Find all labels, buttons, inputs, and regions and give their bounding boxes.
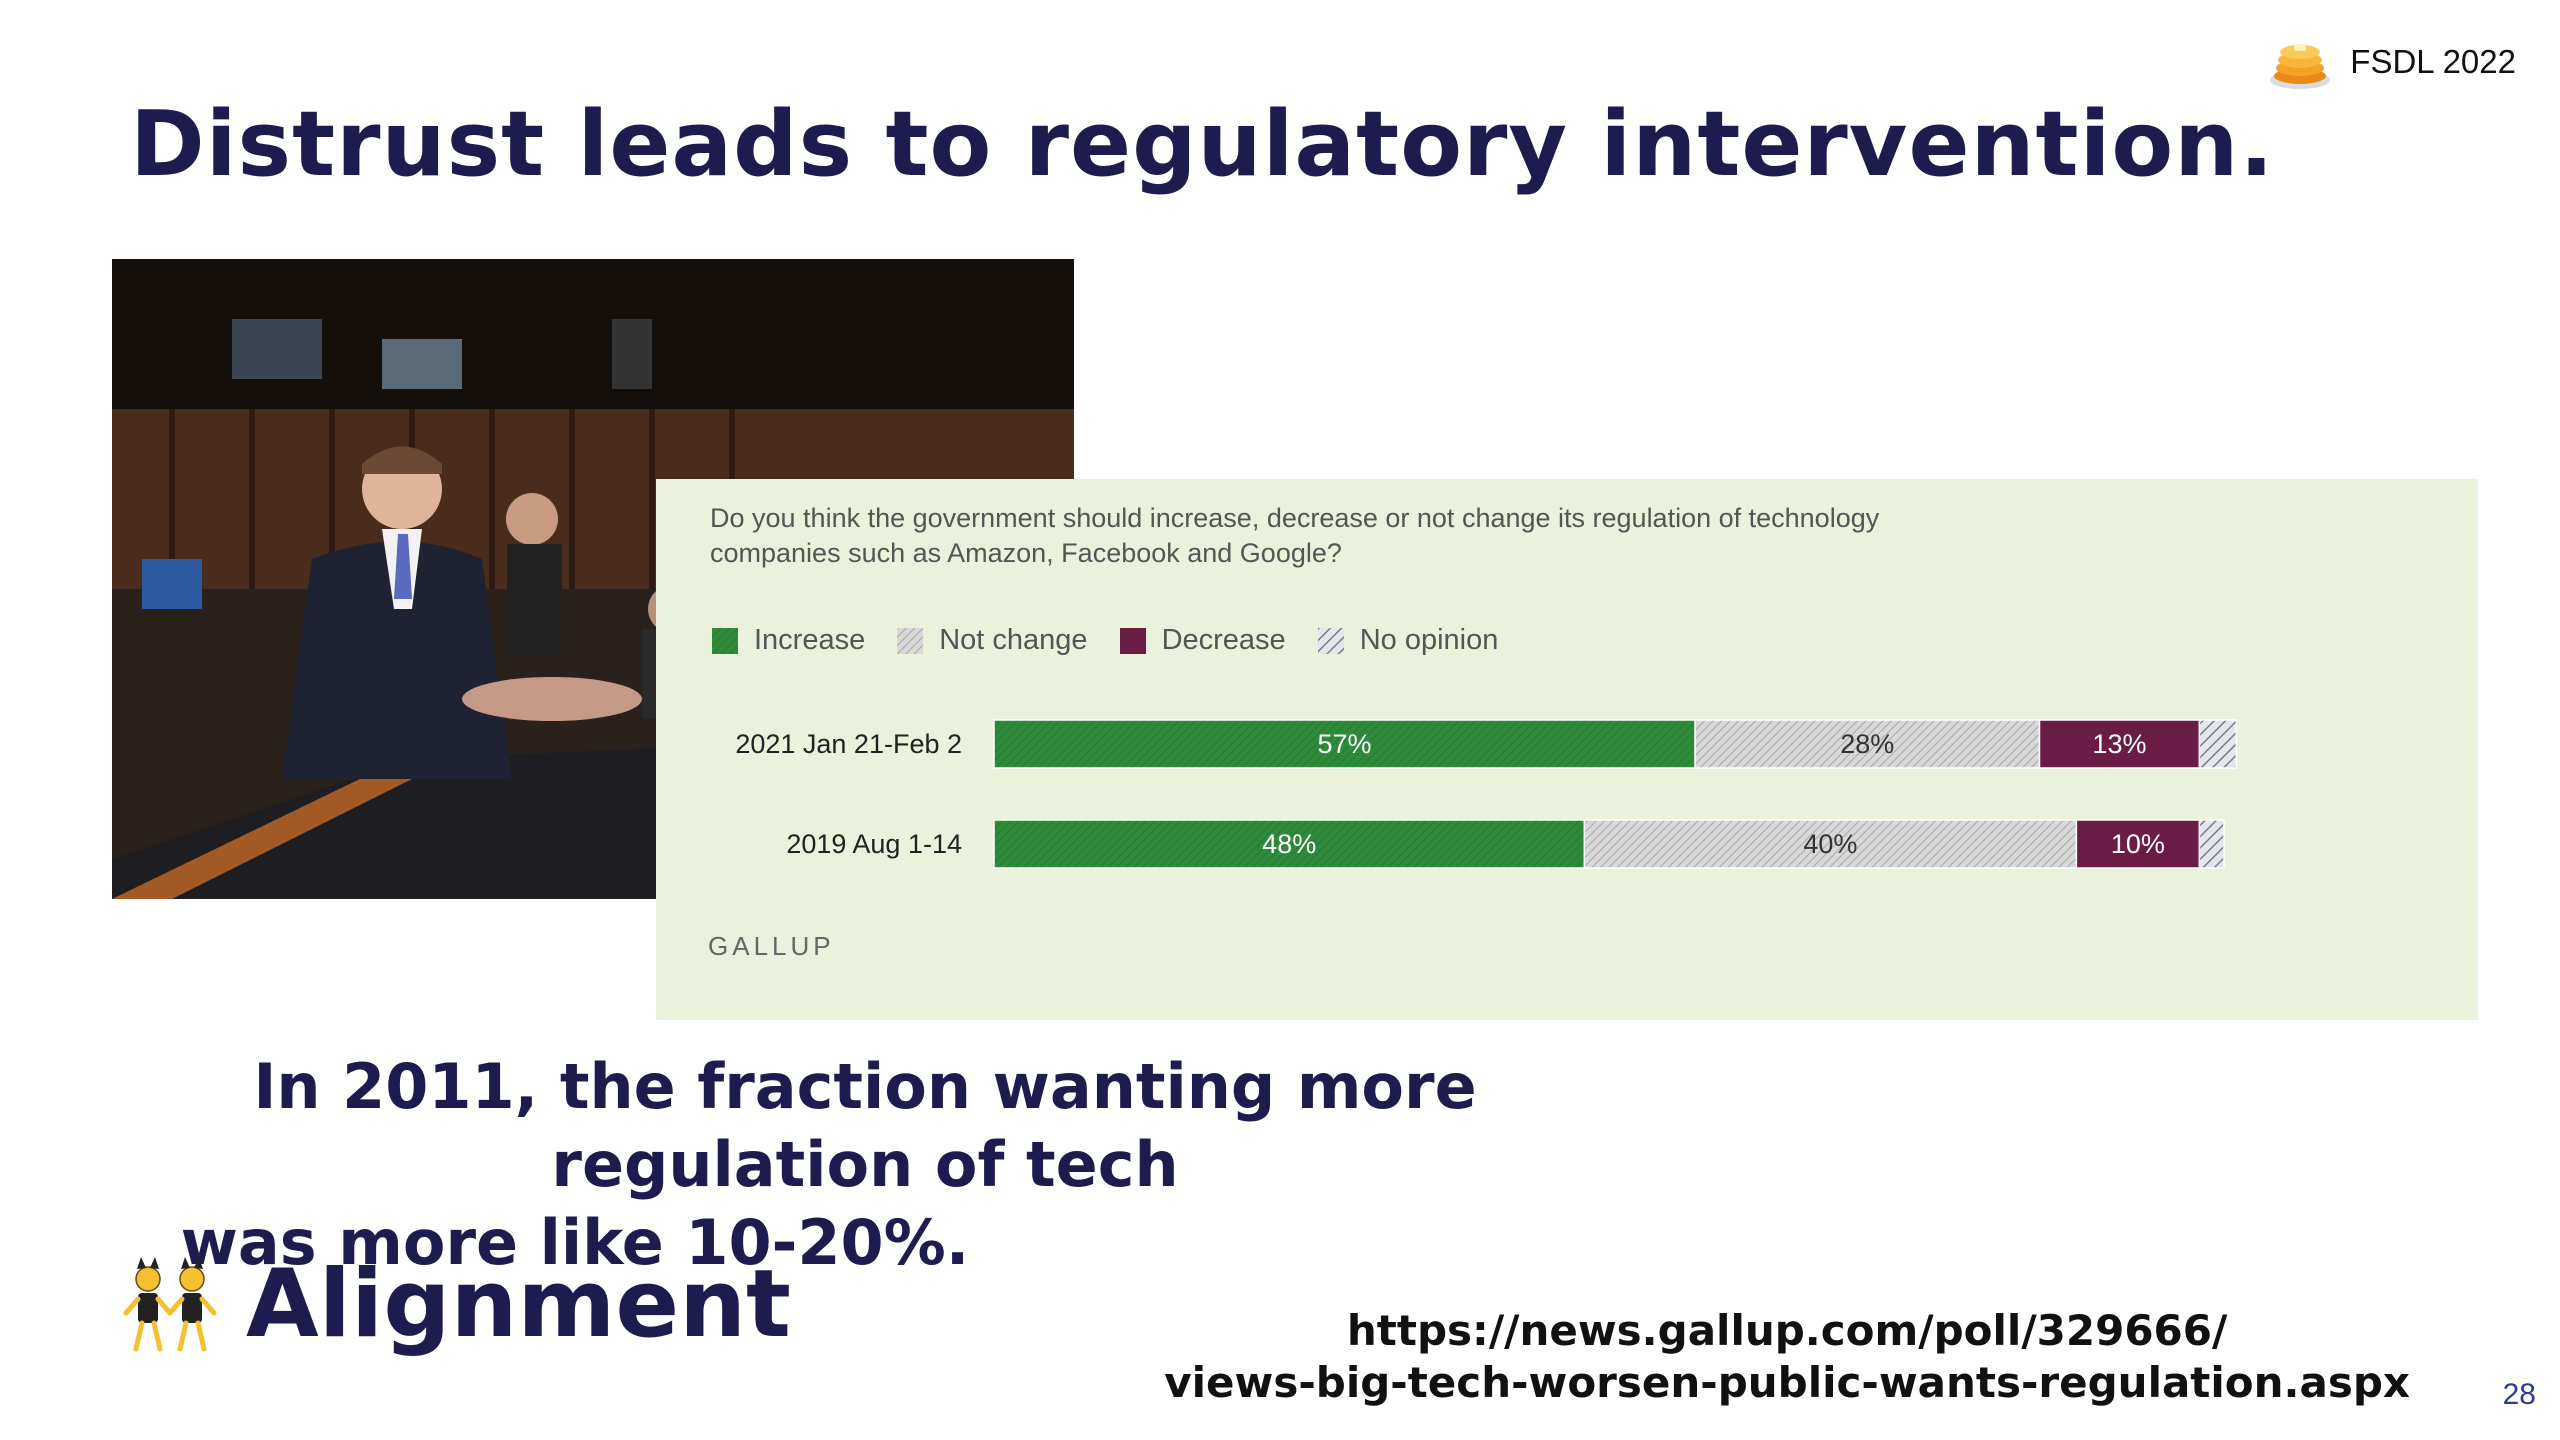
data-label: 10% [2111,829,2165,859]
bar-no-opinion [2198,719,2238,769]
brand-label: FSDL 2022 [2350,43,2516,80]
page-number: 28 [2502,1378,2536,1411]
pancake-icon [2270,44,2331,89]
data-label: 13% [2092,729,2146,759]
section-label: Alignment [246,1250,791,1359]
source-link[interactable]: https://news.gallup.com/poll/329666/ vie… [1164,1305,2410,1409]
brand: FSDL 2022 [2268,32,2516,92]
dancers-icon [123,1256,217,1351]
source-url-line-2[interactable]: views-big-tech-worsen-public-wants-regul… [1164,1357,2410,1409]
slide-caption: In 2011, the fraction wanting more regul… [150,1048,2050,1282]
stacked-bar-chart: 2021 Jan 21-Feb 2 57% 28% 13% 2019 Aug 1-14 4… [735,719,2238,869]
data-label: 40% [1803,829,1857,859]
category-label: 2021 Jan 21-Feb 2 [735,729,962,759]
chart-panel: Do you think the government should incre… [656,479,2478,1020]
slide-title: Distrust leads to regulatory interventio… [130,92,2275,197]
caption-line-1: In 2011, the fraction wanting more regul… [253,1050,1477,1201]
data-label: 28% [1840,729,1894,759]
section-tag: Alignment [120,1250,791,1359]
bar-no-opinion [2198,819,2225,869]
data-label: 48% [1262,829,1316,859]
data-label: 57% [1318,729,1372,759]
chart-source: GALLUP [708,931,835,961]
source-url-line-1[interactable]: https://news.gallup.com/poll/329666/ [1164,1305,2410,1357]
category-label: 2019 Aug 1-14 [786,829,962,859]
